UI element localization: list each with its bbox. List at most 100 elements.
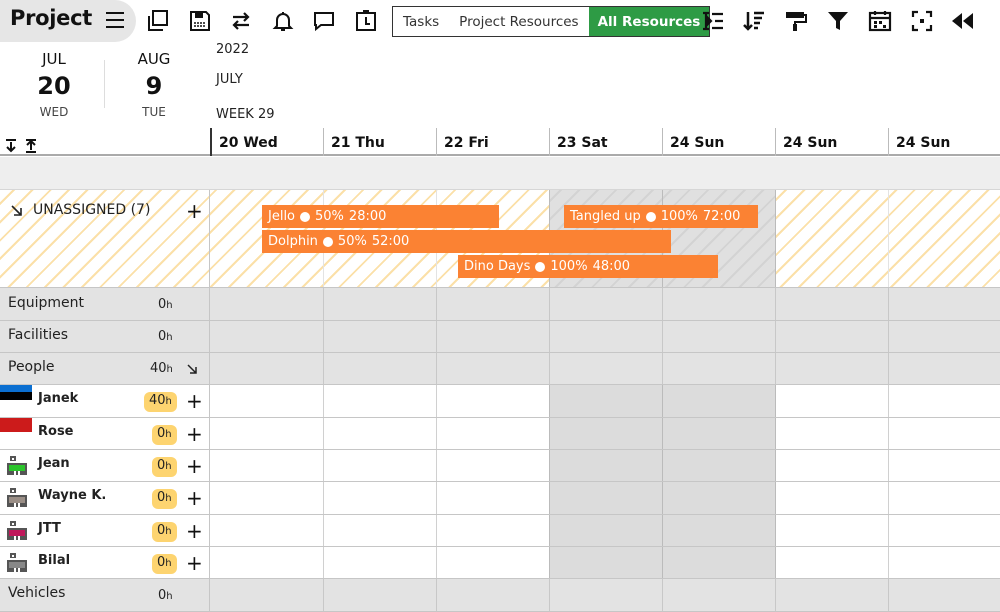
unassigned-label: UNASSIGNED (7) — [33, 202, 151, 218]
task-name: Dolphin — [268, 234, 318, 249]
grid-line — [775, 190, 776, 287]
end-date[interactable]: AUG 9 TUE — [114, 50, 194, 119]
robot-avatar-magenta-icon — [7, 521, 27, 540]
hours-badge: 0h — [152, 425, 177, 445]
group-hours: 0h — [158, 297, 173, 312]
person-row[interactable]: Rose 0h + — [0, 418, 1000, 450]
arrow-down-right-icon[interactable] — [186, 363, 199, 376]
day-header-row: 20 Wed 21 Thu 22 Fri 23 Sat 24 Sun 24 Su… — [0, 128, 1000, 156]
start-day: 20 — [37, 72, 71, 100]
group-row-equipment[interactable]: Equipment 0h — [0, 288, 1000, 321]
view-switch: Tasks Project Resources All Resources — [392, 6, 711, 37]
task-duration: 52:00 — [371, 234, 410, 249]
task-bar[interactable]: Jello 50% 28:00 — [262, 205, 499, 228]
task-name: Dino Days — [464, 259, 531, 274]
fullscreen-icon[interactable] — [910, 9, 934, 33]
group-label: People — [8, 359, 55, 375]
add-icon[interactable]: + — [186, 456, 203, 476]
day-header[interactable]: 20 Wed — [210, 128, 323, 156]
group-label-cell: Facilities 0h — [0, 321, 210, 352]
comment-icon[interactable] — [312, 9, 336, 33]
add-icon[interactable]: + — [186, 424, 203, 444]
person-label-cell: Jean 0h + — [0, 450, 210, 481]
arrow-down-right-icon[interactable] — [10, 204, 24, 218]
day-header[interactable]: 24 Sun — [888, 128, 1000, 156]
person-name: Bilal — [38, 553, 71, 568]
hours-badge: 0h — [152, 457, 177, 477]
task-duration: 72:00 — [702, 209, 741, 224]
add-icon[interactable]: + — [186, 201, 203, 221]
collapse-all-icon[interactable] — [26, 139, 36, 153]
start-date[interactable]: JUL 20 WED — [14, 50, 94, 119]
person-name: Janek — [38, 391, 79, 406]
add-icon[interactable]: + — [186, 553, 203, 573]
day-header[interactable]: 24 Sun — [662, 128, 775, 156]
day-header[interactable]: 24 Sun — [775, 128, 888, 156]
calendar-icon[interactable] — [868, 9, 892, 33]
toolbar: Project Tasks Project Resources All Reso… — [0, 0, 1000, 42]
save-icon[interactable] — [188, 9, 212, 33]
person-name: Jean — [38, 456, 70, 471]
day-header[interactable]: 21 Thu — [323, 128, 436, 156]
sort-icon[interactable] — [742, 9, 766, 33]
progress-dot-icon — [535, 261, 546, 272]
tab-all-resources[interactable]: All Resources — [588, 7, 710, 36]
project-title: Project — [10, 6, 93, 30]
unassigned-row: UNASSIGNED (7) + Jello 50% 28:00 Tangled u… — [0, 190, 1000, 288]
day-header[interactable]: 22 Fri — [436, 128, 549, 156]
person-row[interactable]: Bilal 0h + — [0, 547, 1000, 579]
person-name: Wayne K. — [38, 488, 107, 503]
start-weekday: WED — [39, 105, 69, 119]
group-label-cell: Equipment 0h — [0, 288, 210, 320]
task-bar[interactable]: Dolphin 50% 52:00 — [262, 230, 671, 253]
task-bar[interactable]: Dino Days 100% 48:00 — [458, 255, 718, 278]
group-label: Equipment — [8, 295, 84, 311]
person-row[interactable]: Janek 40h + — [0, 385, 1000, 418]
add-icon[interactable]: + — [186, 521, 203, 541]
person-row[interactable]: Jean 0h + — [0, 450, 1000, 482]
timer-icon[interactable] — [354, 9, 378, 33]
task-duration: 48:00 — [592, 259, 631, 274]
group-row-facilities[interactable]: Facilities 0h — [0, 321, 1000, 353]
group-row-vehicles[interactable]: Vehicles 0h — [0, 579, 1000, 612]
person-label-cell: JTT 0h + — [0, 515, 210, 546]
project-pill[interactable]: Project — [0, 0, 136, 42]
bell-icon[interactable] — [271, 9, 295, 33]
group-label-cell: People 40h — [0, 353, 210, 384]
week-label: WEEK 29 — [216, 107, 275, 122]
spacer-row — [0, 157, 1000, 190]
robot-avatar-darkgray-icon — [7, 553, 27, 572]
person-row[interactable]: Wayne K. 0h + — [0, 482, 1000, 515]
tab-project-resources[interactable]: Project Resources — [449, 7, 588, 36]
start-month: JUL — [42, 50, 66, 68]
day-header[interactable]: 23 Sat — [549, 128, 662, 156]
hours-badge: 40h — [144, 392, 177, 412]
add-icon[interactable]: + — [186, 391, 203, 411]
task-percent: 100% — [660, 209, 698, 224]
task-name: Tangled up — [570, 209, 641, 224]
task-percent: 50% — [315, 209, 344, 224]
swap-icon[interactable] — [229, 9, 253, 33]
date-separator — [104, 60, 105, 108]
person-row[interactable]: JTT 0h + — [0, 515, 1000, 547]
robot-avatar-green-icon — [7, 456, 27, 475]
filter-icon[interactable] — [826, 9, 850, 33]
group-hours: 40h — [150, 361, 173, 376]
outdent-icon[interactable] — [701, 9, 725, 33]
unassigned-label-cell: UNASSIGNED (7) + — [0, 190, 210, 287]
group-hours: 0h — [158, 329, 173, 344]
hours-badge: 0h — [152, 522, 177, 542]
add-icon[interactable]: + — [186, 488, 203, 508]
task-duration: 28:00 — [348, 209, 387, 224]
expand-all-icon[interactable] — [6, 139, 16, 153]
group-row-people[interactable]: People 40h — [0, 353, 1000, 385]
menu-icon[interactable] — [104, 9, 126, 31]
group-label: Facilities — [8, 327, 68, 343]
end-weekday: TUE — [142, 105, 166, 119]
rewind-icon[interactable] — [950, 9, 974, 33]
task-bar[interactable]: Tangled up 100% 72:00 — [564, 205, 758, 228]
paint-roller-icon[interactable] — [784, 9, 808, 33]
tab-tasks[interactable]: Tasks — [393, 7, 449, 36]
copy-icon[interactable] — [146, 9, 170, 33]
end-month: AUG — [137, 50, 171, 68]
